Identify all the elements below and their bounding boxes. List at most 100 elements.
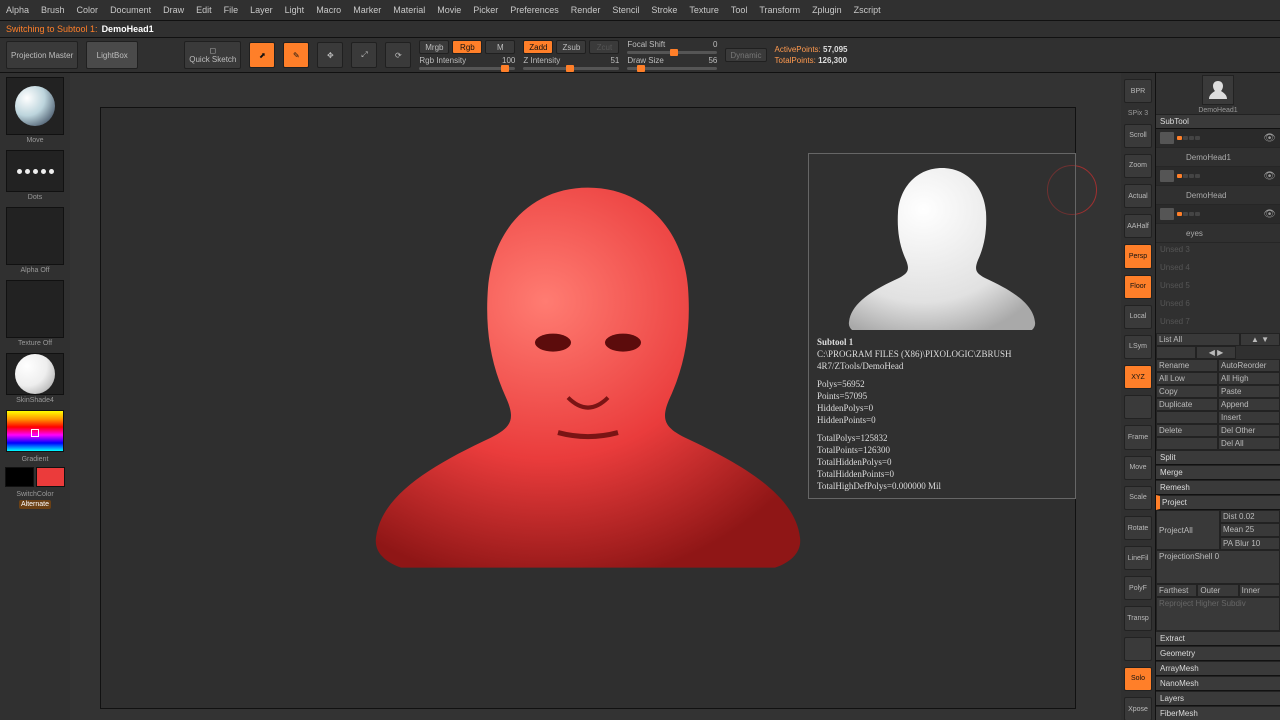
menu-render[interactable]: Render [571, 5, 601, 15]
m-button[interactable]: M [485, 40, 515, 54]
delete-button[interactable]: Delete [1156, 424, 1218, 437]
farthest-button[interactable]: Farthest [1156, 584, 1197, 597]
pablur-slider[interactable]: PA Blur 10 [1220, 537, 1280, 550]
rstrip-blank[interactable] [1124, 395, 1152, 419]
lightbox-button[interactable]: LightBox [86, 41, 138, 69]
projection-shell-slider[interactable]: ProjectionShell 0 [1156, 550, 1280, 584]
rstrip-aahalf[interactable]: AAHalf [1124, 214, 1152, 238]
subtool-header[interactable]: SubTool [1156, 114, 1280, 129]
mrgb-button[interactable]: Mrgb [419, 40, 449, 54]
fibermesh-section[interactable]: FiberMesh [1156, 706, 1280, 720]
layers-section[interactable]: Layers [1156, 691, 1280, 706]
menu-draw[interactable]: Draw [163, 5, 184, 15]
menu-alpha[interactable]: Alpha [6, 5, 29, 15]
menu-zplugin[interactable]: Zplugin [812, 5, 842, 15]
rstrip-xpose[interactable]: Xpose [1124, 697, 1152, 720]
copy-button[interactable]: Copy [1156, 385, 1218, 398]
menu-material[interactable]: Material [393, 5, 425, 15]
reproject-button[interactable]: Reproject Higher Subdiv [1156, 597, 1280, 631]
menu-document[interactable]: Document [110, 5, 151, 15]
edit-button[interactable]: ⬈ [249, 42, 275, 68]
menu-texture[interactable]: Texture [689, 5, 719, 15]
rstrip-local[interactable]: Local [1124, 305, 1152, 329]
rstrip-polyf[interactable]: PolyF [1124, 576, 1152, 600]
zadd-button[interactable]: Zadd [523, 40, 553, 54]
nanomesh-section[interactable]: NanoMesh [1156, 676, 1280, 691]
menu-color[interactable]: Color [77, 5, 99, 15]
alternate-button[interactable]: Alternate [19, 500, 51, 509]
menu-brush[interactable]: Brush [41, 5, 65, 15]
rstrip-zoom[interactable]: Zoom [1124, 154, 1152, 178]
color-picker[interactable] [6, 410, 64, 452]
paste-button[interactable]: Paste [1218, 385, 1280, 398]
del-all-button[interactable]: Del All [1218, 437, 1280, 450]
rstrip-lsym[interactable]: LSym [1124, 335, 1152, 359]
menu-edit[interactable]: Edit [196, 5, 212, 15]
duplicate-button[interactable]: Duplicate [1156, 398, 1218, 411]
z-intensity-slider[interactable]: Z Intensity51 [523, 56, 619, 70]
rstrip-linefil[interactable]: LineFil [1124, 546, 1152, 570]
material-thumbnail[interactable] [6, 353, 64, 395]
extract-section[interactable]: Extract [1156, 631, 1280, 646]
projection-master-button[interactable]: Projection Master [6, 41, 78, 69]
dist-slider[interactable]: Dist 0.02 [1220, 510, 1280, 523]
subtool-item[interactable]: 👁 [1156, 167, 1280, 186]
all-high-button[interactable]: All High [1218, 372, 1280, 385]
geometry-section[interactable]: Geometry [1156, 646, 1280, 661]
menu-tool[interactable]: Tool [731, 5, 748, 15]
brush-thumbnail[interactable] [6, 77, 64, 135]
autoreorder-button[interactable]: AutoReorder [1218, 359, 1280, 372]
color-swatches[interactable] [5, 467, 65, 487]
scale-button[interactable]: ⤢ [351, 42, 377, 68]
rgb-button[interactable]: Rgb [452, 40, 482, 54]
zcut-button[interactable]: Zcut [589, 40, 619, 54]
alpha-thumbnail[interactable] [6, 207, 64, 265]
menu-stroke[interactable]: Stroke [651, 5, 677, 15]
quicksketch-button[interactable]: ◻Quick Sketch [184, 41, 241, 69]
rstrip-rotate[interactable]: Rotate [1124, 516, 1152, 540]
menu-zscript[interactable]: Zscript [854, 5, 881, 15]
menu-layer[interactable]: Layer [250, 5, 273, 15]
zsub-button[interactable]: Zsub [556, 40, 586, 54]
rename-button[interactable]: Rename [1156, 359, 1218, 372]
project-section[interactable]: Project [1156, 495, 1280, 510]
list-all-button[interactable]: List All [1156, 333, 1240, 346]
menu-file[interactable]: File [224, 5, 239, 15]
rstrip-bpr[interactable]: BPR [1124, 79, 1152, 103]
canvas-area[interactable]: Subtool 1 C:\PROGRAM FILES (X86)\PIXOLOG… [70, 73, 1121, 720]
stroke-thumbnail[interactable] [6, 150, 64, 192]
merge-section[interactable]: Merge [1156, 465, 1280, 480]
menu-macro[interactable]: Macro [316, 5, 341, 15]
rstrip-floor[interactable]: Floor [1124, 275, 1152, 299]
outer-button[interactable]: Outer [1197, 584, 1238, 597]
menu-light[interactable]: Light [285, 5, 305, 15]
rstrip-scale[interactable]: Scale [1124, 486, 1152, 510]
rstrip-xyz[interactable]: XYZ [1124, 365, 1152, 389]
rstrip-frame[interactable]: Frame [1124, 425, 1152, 449]
subtool-item[interactable]: 👁 [1156, 129, 1280, 148]
menu-movie[interactable]: Movie [437, 5, 461, 15]
rstrip-blank[interactable] [1124, 637, 1152, 661]
rstrip-spix3[interactable]: SPix 3 [1125, 109, 1151, 118]
focal-shift-slider[interactable]: Focal Shift0 [627, 40, 717, 54]
tool-thumbnail[interactable] [1202, 75, 1234, 105]
gradient-toggle[interactable]: Gradient [22, 456, 49, 463]
dynamic-toggle[interactable]: Dynamic [725, 48, 766, 62]
all-low-button[interactable]: All Low [1156, 372, 1218, 385]
insert-button[interactable]: Insert [1218, 411, 1280, 424]
menu-marker[interactable]: Marker [353, 5, 381, 15]
rstrip-scroll[interactable]: Scroll [1124, 124, 1152, 148]
arraymesh-section[interactable]: ArrayMesh [1156, 661, 1280, 676]
rstrip-solo[interactable]: Solo [1124, 667, 1152, 691]
menu-transform[interactable]: Transform [759, 5, 800, 15]
move-button[interactable]: ✥ [317, 42, 343, 68]
remesh-section[interactable]: Remesh [1156, 480, 1280, 495]
draw-size-slider[interactable]: Draw Size56 [627, 56, 717, 70]
rstrip-actual[interactable]: Actual [1124, 184, 1152, 208]
mean-slider[interactable]: Mean 25 [1220, 523, 1280, 536]
texture-thumbnail[interactable] [6, 280, 64, 338]
menu-picker[interactable]: Picker [473, 5, 498, 15]
subtool-item[interactable]: 👁 [1156, 205, 1280, 224]
rstrip-transp[interactable]: Transp [1124, 606, 1152, 630]
project-all-button[interactable]: ProjectAll [1156, 510, 1220, 550]
